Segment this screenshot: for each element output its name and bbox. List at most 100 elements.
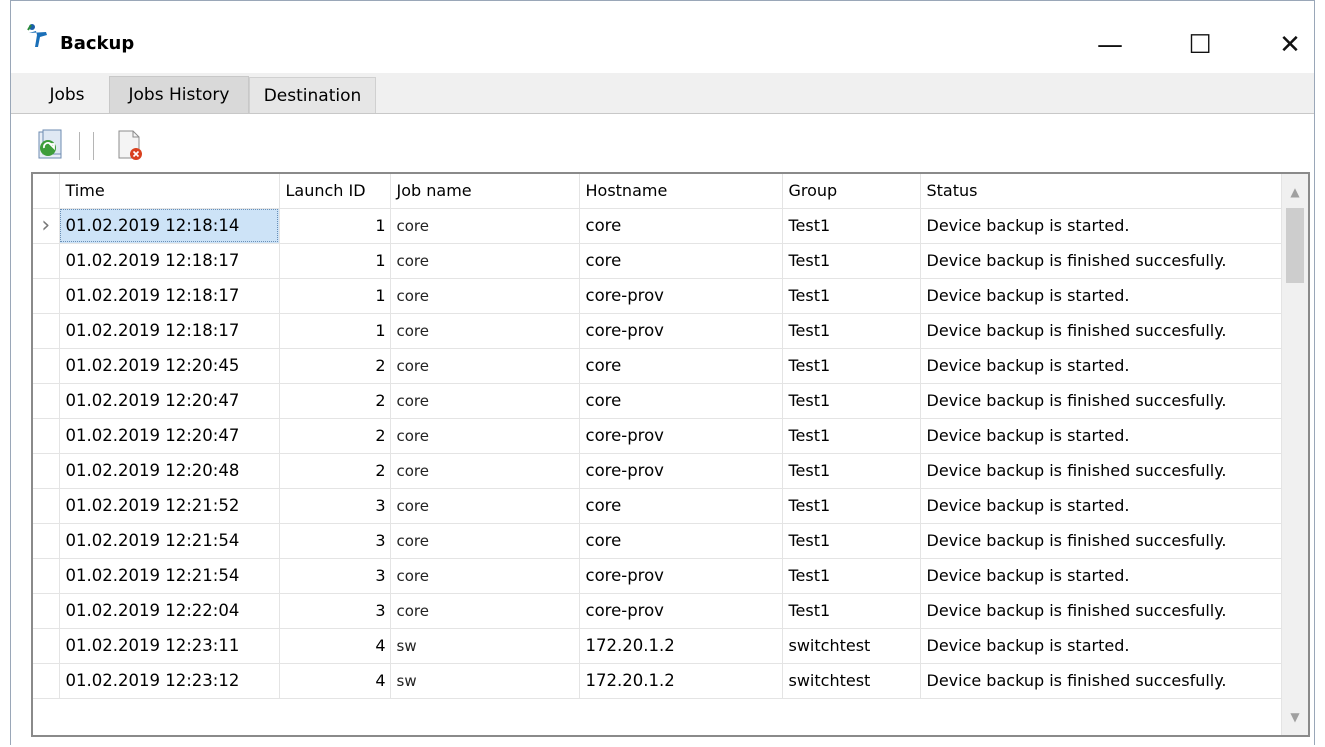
cell-group[interactable]: Test1 [782, 383, 921, 419]
scroll-thumb[interactable] [1286, 208, 1304, 283]
cell-time[interactable]: 01.02.2019 12:23:12 [59, 663, 280, 699]
row-indicator[interactable] [33, 278, 60, 314]
cell-status[interactable]: Device backup is finished succesfully. [920, 313, 1285, 349]
column-header-hostname[interactable]: Hostname [579, 174, 783, 209]
cell-time[interactable]: 01.02.2019 12:18:17 [59, 278, 280, 314]
cell-hostname[interactable]: core-prov [579, 278, 783, 314]
cell-job-name[interactable]: sw [390, 628, 580, 664]
cell-job-name[interactable]: core [390, 523, 580, 559]
cell-hostname[interactable]: core [579, 348, 783, 384]
cell-group[interactable]: Test1 [782, 558, 921, 594]
cell-time[interactable]: 01.02.2019 12:20:48 [59, 453, 280, 489]
table-row[interactable]: 01.02.2019 12:23:11 4 sw 172.20.1.2 switchte… [33, 628, 1285, 664]
cell-group[interactable]: Test1 [782, 523, 921, 559]
table-row[interactable]: 01.02.2019 12:20:48 2 core core-prov Test1 De… [33, 453, 1285, 489]
cell-group[interactable]: Test1 [782, 453, 921, 489]
cell-hostname[interactable]: 172.20.1.2 [579, 628, 783, 664]
cell-status[interactable]: Device backup is finished succesfully. [920, 523, 1285, 559]
cell-group[interactable]: switchtest [782, 628, 921, 664]
cell-launch-id[interactable]: 2 [279, 453, 391, 489]
row-indicator[interactable] [33, 243, 60, 279]
cell-status[interactable]: Device backup is finished succesfully. [920, 243, 1285, 279]
cell-status[interactable]: Device backup is started. [920, 208, 1285, 244]
table-row[interactable]: 01.02.2019 12:18:17 1 core core-prov Test1 De… [33, 278, 1285, 314]
table-row[interactable]: 01.02.2019 12:22:04 3 core core-prov Test1 De… [33, 593, 1285, 629]
row-indicator[interactable] [33, 453, 60, 489]
cell-status[interactable]: Device backup is started. [920, 488, 1285, 524]
vertical-scrollbar[interactable]: ▲ ▼ [1281, 174, 1308, 735]
tab-jobs[interactable]: Jobs [31, 77, 103, 113]
cell-hostname[interactable]: core-prov [579, 313, 783, 349]
column-header-time[interactable]: Time [59, 174, 280, 209]
cell-time[interactable]: 01.02.2019 12:18:14 [59, 208, 280, 244]
cell-job-name[interactable]: core [390, 488, 580, 524]
table-row[interactable]: › 01.02.2019 12:18:14 1 core core Test1 Device… [33, 208, 1285, 244]
table-row[interactable]: 01.02.2019 12:20:47 2 core core Test1 Device … [33, 383, 1285, 419]
column-header-job-name[interactable]: Job name [390, 174, 580, 209]
maximize-button[interactable]: ☐ [1177, 23, 1223, 67]
cell-job-name[interactable]: core [390, 383, 580, 419]
table-row[interactable]: 01.02.2019 12:21:54 3 core core-prov Test1 De… [33, 558, 1285, 594]
cell-status[interactable]: Device backup is finished succesfully. [920, 663, 1285, 699]
cell-job-name[interactable]: core [390, 558, 580, 594]
cell-launch-id[interactable]: 4 [279, 663, 391, 699]
cell-group[interactable]: Test1 [782, 208, 921, 244]
table-row[interactable]: 01.02.2019 12:20:45 2 core core Test1 Device … [33, 348, 1285, 384]
cell-status[interactable]: Device backup is finished succesfully. [920, 383, 1285, 419]
refresh-icon[interactable] [35, 128, 67, 162]
cell-time[interactable]: 01.02.2019 12:20:47 [59, 383, 280, 419]
row-indicator[interactable] [33, 628, 60, 664]
cell-hostname[interactable]: core-prov [579, 418, 783, 454]
clear-history-icon[interactable] [113, 128, 145, 162]
cell-status[interactable]: Device backup is started. [920, 348, 1285, 384]
cell-time[interactable]: 01.02.2019 12:22:04 [59, 593, 280, 629]
cell-status[interactable]: Device backup is finished succesfully. [920, 593, 1285, 629]
row-indicator[interactable] [33, 558, 60, 594]
cell-group[interactable]: Test1 [782, 418, 921, 454]
table-row[interactable]: 01.02.2019 12:20:47 2 core core-prov Test1 De… [33, 418, 1285, 454]
cell-time[interactable]: 01.02.2019 12:18:17 [59, 313, 280, 349]
title-bar[interactable]: Backup — ☐ ✕ [11, 1, 1314, 73]
cell-hostname[interactable]: core-prov [579, 558, 783, 594]
cell-time[interactable]: 01.02.2019 12:21:54 [59, 558, 280, 594]
cell-launch-id[interactable]: 2 [279, 418, 391, 454]
cell-hostname[interactable]: core [579, 208, 783, 244]
minimize-button[interactable]: — [1087, 23, 1133, 67]
cell-launch-id[interactable]: 3 [279, 488, 391, 524]
cell-launch-id[interactable]: 1 [279, 278, 391, 314]
cell-launch-id[interactable]: 3 [279, 593, 391, 629]
cell-launch-id[interactable]: 1 [279, 243, 391, 279]
row-indicator[interactable] [33, 313, 60, 349]
cell-job-name[interactable]: core [390, 453, 580, 489]
cell-hostname[interactable]: core [579, 243, 783, 279]
row-indicator[interactable] [33, 418, 60, 454]
cell-job-name[interactable]: core [390, 593, 580, 629]
cell-status[interactable]: Device backup is started. [920, 558, 1285, 594]
column-header-launch-id[interactable]: Launch ID [279, 174, 391, 209]
scroll-down-arrow-icon[interactable]: ▼ [1282, 703, 1308, 731]
row-indicator[interactable] [33, 488, 60, 524]
cell-launch-id[interactable]: 3 [279, 558, 391, 594]
tab-jobs-history[interactable]: Jobs History [109, 76, 249, 113]
table-row[interactable]: 01.02.2019 12:23:12 4 sw 172.20.1.2 switchte… [33, 663, 1285, 699]
cell-group[interactable]: Test1 [782, 488, 921, 524]
row-indicator[interactable] [33, 348, 60, 384]
cell-hostname[interactable]: core-prov [579, 593, 783, 629]
table-row[interactable]: 01.02.2019 12:21:52 3 core core Test1 Device … [33, 488, 1285, 524]
row-indicator[interactable]: › [33, 208, 60, 244]
cell-job-name[interactable]: core [390, 208, 580, 244]
cell-launch-id[interactable]: 3 [279, 523, 391, 559]
cell-hostname[interactable]: core [579, 523, 783, 559]
table-row[interactable]: 01.02.2019 12:21:54 3 core core Test1 Device … [33, 523, 1285, 559]
cell-job-name[interactable]: core [390, 348, 580, 384]
cell-hostname[interactable]: core [579, 383, 783, 419]
cell-status[interactable]: Device backup is finished succesfully. [920, 453, 1285, 489]
cell-launch-id[interactable]: 1 [279, 208, 391, 244]
cell-group[interactable]: Test1 [782, 348, 921, 384]
cell-group[interactable]: Test1 [782, 243, 921, 279]
table-row[interactable]: 01.02.2019 12:18:17 1 core core-prov Test1 De… [33, 313, 1285, 349]
cell-group[interactable]: Test1 [782, 313, 921, 349]
cell-status[interactable]: Device backup is started. [920, 278, 1285, 314]
cell-launch-id[interactable]: 2 [279, 348, 391, 384]
cell-group[interactable]: Test1 [782, 593, 921, 629]
